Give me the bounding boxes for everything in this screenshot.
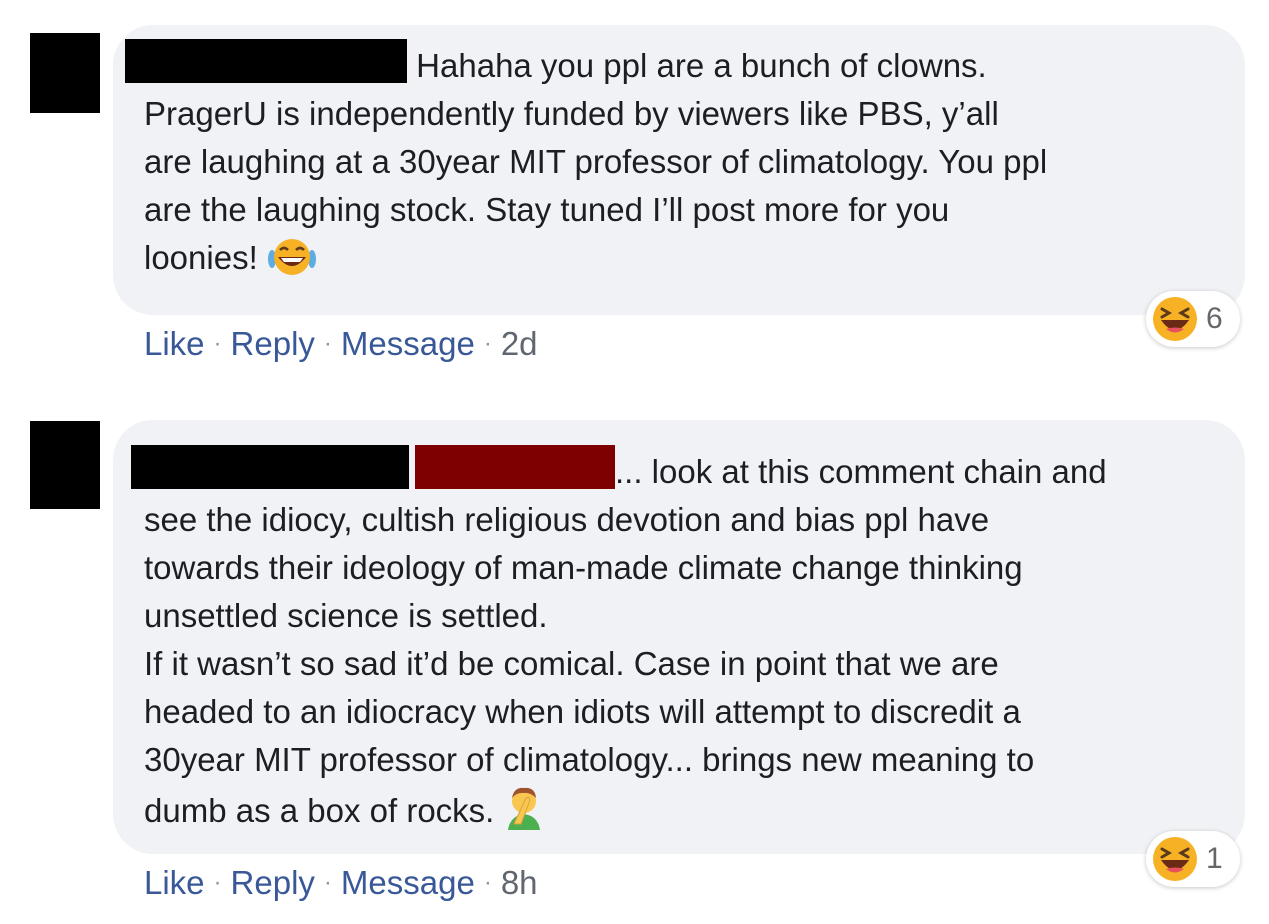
comment-text-line: PragerU is independently funded by viewe… [144,95,999,132]
avatar-redacted[interactable] [30,33,100,113]
laughing-face-icon [1153,297,1197,341]
separator: · [323,330,332,357]
comment-text-line: are laughing at a 30year MIT professor o… [144,143,1048,180]
comment-text-line: see the idiocy, cultish religious devoti… [144,501,990,538]
comment-bubble: Hahaha you ppl are a bunch of clowns. Pr… [113,25,1245,315]
comment-text-first: ... look at this comment chain and [615,453,1107,490]
avatar-redacted[interactable] [30,421,100,509]
reply-link[interactable]: Reply [231,864,315,901]
comment-text-line: are the laughing stock. Stay tuned I’ll … [144,191,950,228]
comment-text-first: Hahaha you ppl are a bunch of clowns. [416,47,987,84]
comment-body: Hahaha you ppl are a bunch of clowns. Pr… [125,39,1215,290]
comment-actions: Like · Reply · Message · 8h [144,863,538,903]
comment-text-line: unsettled science is settled. [144,597,548,634]
redacted-author-name[interactable] [125,39,407,83]
comment-text-line: 30year MIT professor of climatology... b… [144,741,1035,778]
redacted-author-name[interactable] [131,445,409,489]
reaction-summary[interactable]: 6 [1146,291,1240,347]
comment-text-line: headed to an idiocracy when idiots will … [144,693,1021,730]
like-link[interactable]: Like [144,325,205,362]
message-link[interactable]: Message [341,864,475,901]
face-with-tears-of-joy-icon [267,237,317,290]
comment-text-line: loonies! [144,239,258,276]
reaction-count: 1 [1206,842,1223,875]
laughing-face-icon [1153,837,1197,881]
separator: · [213,330,222,357]
redacted-tagged-name[interactable] [415,445,615,489]
comment-text-line: towards their ideology of man-made clima… [144,549,1023,586]
comment-text-line: If it wasn’t so sad it’d be comical. Cas… [144,645,999,682]
reaction-summary[interactable]: 1 [1146,831,1240,887]
timestamp[interactable]: 2d [501,325,538,362]
comment-bubble: ... look at this comment chain and see t… [113,420,1245,854]
comment-text-line: dumb as a box of rocks. [144,792,495,829]
comment-body: ... look at this comment chain and see t… [131,445,1215,843]
separator: · [323,869,332,896]
reaction-count: 6 [1206,302,1223,335]
separator: · [213,869,222,896]
comment-actions: Like · Reply · Message · 2d [144,324,538,364]
separator: · [483,869,492,896]
like-link[interactable]: Like [144,864,205,901]
separator: · [483,330,492,357]
timestamp[interactable]: 8h [501,864,538,901]
message-link[interactable]: Message [341,325,475,362]
reply-link[interactable]: Reply [231,325,315,362]
man-facepalming-icon [504,784,544,843]
